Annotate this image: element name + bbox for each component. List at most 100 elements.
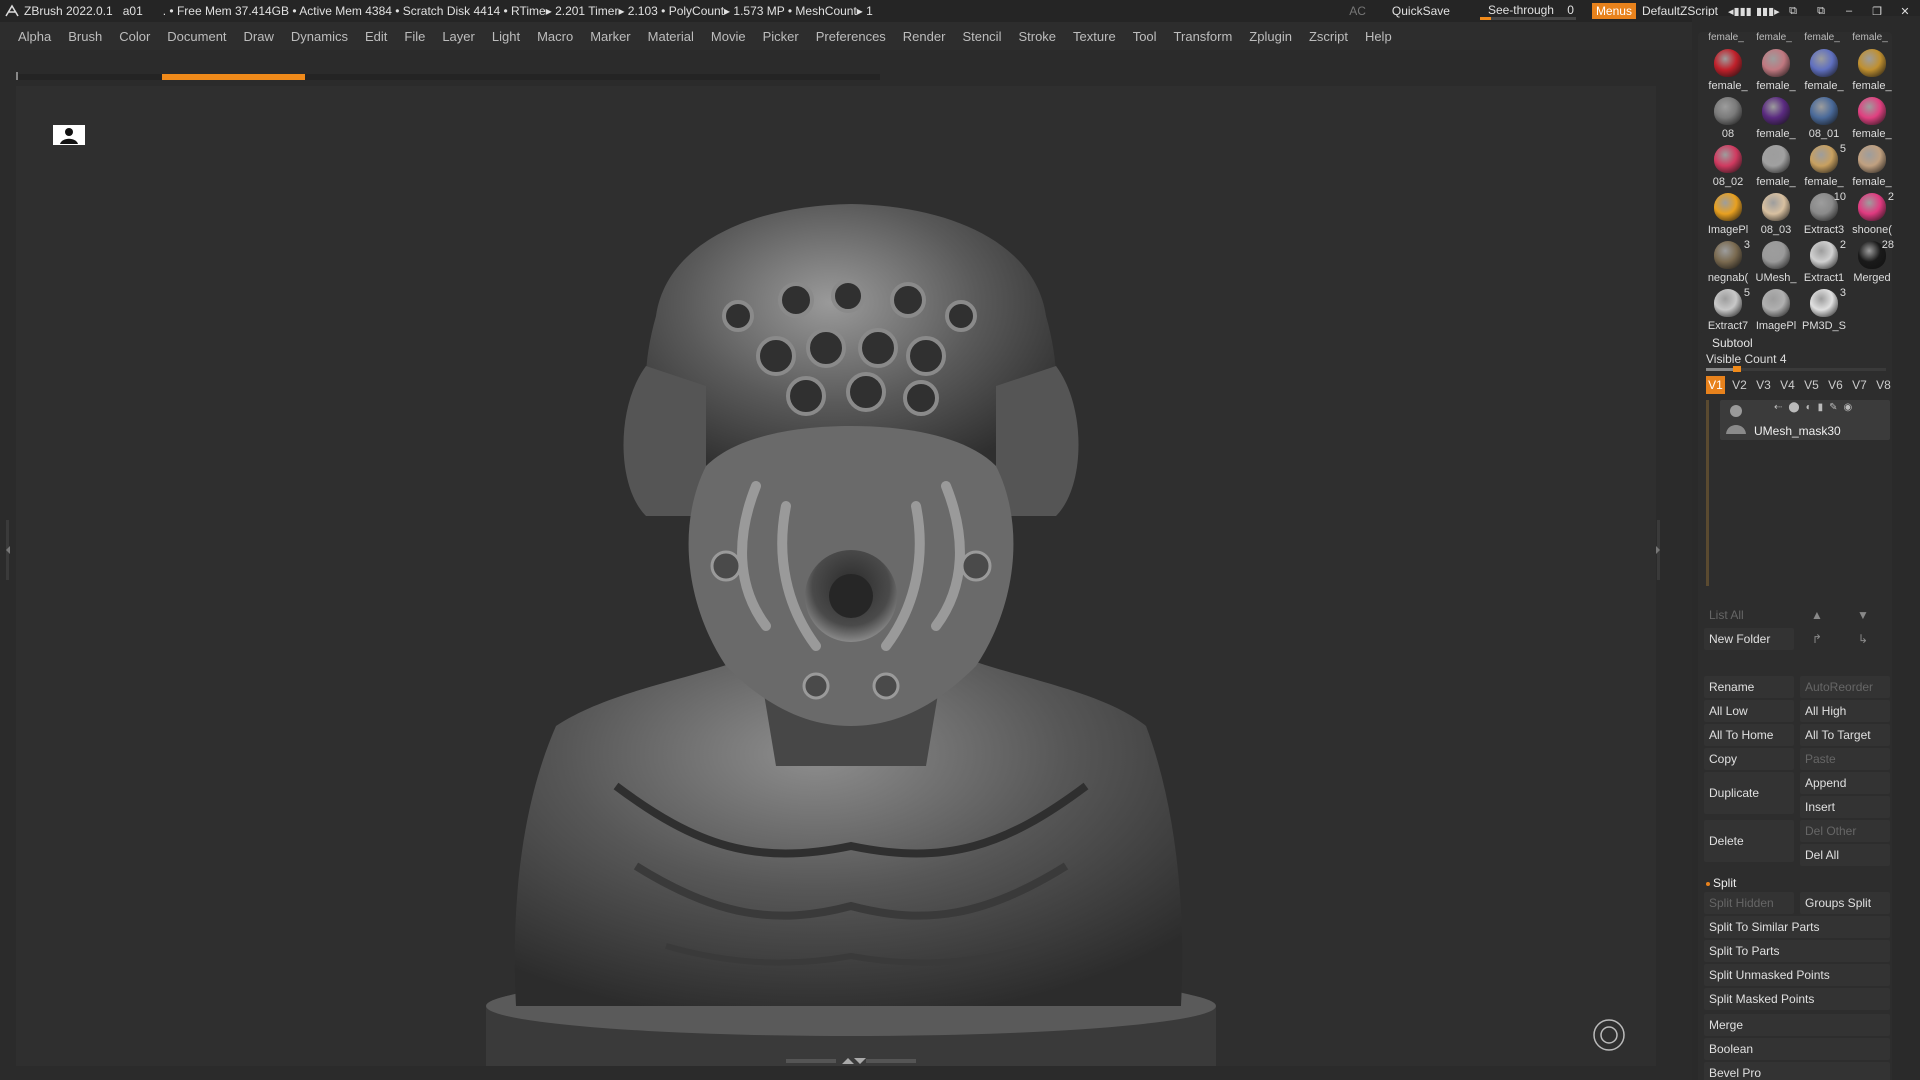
new-folder-button[interactable]: New Folder xyxy=(1704,628,1794,650)
subtool-list-scrollbar[interactable] xyxy=(1706,400,1709,586)
tool-thumb[interactable]: 2 shoone( xyxy=(1848,190,1896,238)
menu-document[interactable]: Document xyxy=(167,29,226,44)
all-low-button[interactable]: All Low xyxy=(1704,700,1794,722)
menu-macro[interactable]: Macro xyxy=(537,29,573,44)
subtool-item[interactable]: ⇠ ⬤ ◐ ▮ ✎ ◉ UMesh_mask30 xyxy=(1720,400,1890,440)
tool-thumb[interactable]: 3 negnab( xyxy=(1704,238,1752,286)
delete-button[interactable]: Delete xyxy=(1704,820,1794,862)
tab-v6[interactable]: V6 xyxy=(1826,376,1845,394)
ac-toggle[interactable]: AC xyxy=(1349,4,1366,18)
tool-thumb[interactable]: female_ xyxy=(1752,46,1800,94)
paste-button[interactable]: Paste xyxy=(1800,748,1890,770)
tool-thumb[interactable]: 3 PM3D_S xyxy=(1800,286,1848,334)
menu-tool[interactable]: Tool xyxy=(1133,29,1157,44)
move-down-icon[interactable]: ▼ xyxy=(1848,604,1878,626)
tool-thumb[interactable]: ImagePl xyxy=(1752,286,1800,334)
tab-v7[interactable]: V7 xyxy=(1850,376,1869,394)
quicksave-button[interactable]: QuickSave xyxy=(1392,4,1450,18)
merge-section-button[interactable]: Merge xyxy=(1704,1014,1890,1036)
all-high-button[interactable]: All High xyxy=(1800,700,1890,722)
menu-file[interactable]: File xyxy=(404,29,425,44)
tab-v4[interactable]: V4 xyxy=(1778,376,1797,394)
tool-thumb[interactable]: 2 Extract1 xyxy=(1800,238,1848,286)
folder-up-icon[interactable]: ↱ xyxy=(1802,628,1832,650)
tool-thumb[interactable]: female_ xyxy=(1848,142,1896,190)
menu-dynamics[interactable]: Dynamics xyxy=(291,29,348,44)
boolean-section-button[interactable]: Boolean xyxy=(1704,1038,1890,1060)
tab-v8[interactable]: V8 xyxy=(1874,376,1893,394)
tool-thumb[interactable]: ImagePl xyxy=(1704,190,1752,238)
del-all-button[interactable]: Del All xyxy=(1800,844,1890,866)
tool-thumb[interactable]: female_ xyxy=(1848,46,1896,94)
dynamic-icon[interactable]: ▮ xyxy=(1818,402,1824,413)
rotate-view-icon[interactable] xyxy=(1592,1018,1626,1052)
rename-button[interactable]: Rename xyxy=(1704,676,1794,698)
tool-thumb[interactable]: female_ xyxy=(1800,46,1848,94)
menu-texture[interactable]: Texture xyxy=(1073,29,1116,44)
bottom-shelf-handle-icon[interactable] xyxy=(786,1056,916,1066)
tool-thumb[interactable]: 5 female_ xyxy=(1800,142,1848,190)
split-to-similar-parts-button[interactable]: Split To Similar Parts xyxy=(1704,916,1890,938)
menu-stencil[interactable]: Stencil xyxy=(962,29,1001,44)
menu-movie[interactable]: Movie xyxy=(711,29,746,44)
left-tray-handle-icon[interactable] xyxy=(4,520,12,580)
tool-thumb[interactable]: 08_02 xyxy=(1704,142,1752,190)
menus-button[interactable]: Menus xyxy=(1591,3,1636,19)
menu-transform[interactable]: Transform xyxy=(1174,29,1233,44)
folder-down-icon[interactable]: ↳ xyxy=(1848,628,1878,650)
menu-material[interactable]: Material xyxy=(648,29,694,44)
menu-layer[interactable]: Layer xyxy=(442,29,475,44)
tool-thumb[interactable]: female_ xyxy=(1704,46,1752,94)
split-unmasked-points-button[interactable]: Split Unmasked Points xyxy=(1704,964,1890,986)
menu-render[interactable]: Render xyxy=(903,29,946,44)
split-section[interactable]: Split xyxy=(1706,876,1736,890)
menu-help[interactable]: Help xyxy=(1365,29,1392,44)
menu-color[interactable]: Color xyxy=(119,29,150,44)
perspective-toggle-icon[interactable] xyxy=(52,124,86,146)
append-button[interactable]: Append xyxy=(1800,772,1890,794)
all-to-target-button[interactable]: All To Target xyxy=(1800,724,1890,746)
tab-v5[interactable]: V5 xyxy=(1802,376,1821,394)
split-hidden-button[interactable]: Split Hidden xyxy=(1704,892,1794,914)
list-all-button[interactable]: List All xyxy=(1704,604,1794,626)
see-through-slider[interactable]: See-through 0 xyxy=(1479,2,1576,20)
tool-thumb[interactable]: 08_03 xyxy=(1752,190,1800,238)
color-icon[interactable]: ◐ xyxy=(1806,402,1812,413)
split-to-parts-button[interactable]: Split To Parts xyxy=(1704,940,1890,962)
menu-preferences[interactable]: Preferences xyxy=(816,29,886,44)
tool-thumb[interactable]: 28 Merged xyxy=(1848,238,1896,286)
move-up-icon[interactable]: ▲ xyxy=(1802,604,1832,626)
menu-zplugin[interactable]: Zplugin xyxy=(1249,29,1292,44)
auto-reorder-button[interactable]: AutoReorder xyxy=(1800,676,1890,698)
menu-light[interactable]: Light xyxy=(492,29,520,44)
all-to-home-button[interactable]: All To Home xyxy=(1704,724,1794,746)
copy-button[interactable]: Copy xyxy=(1704,748,1794,770)
tool-thumb[interactable]: 5 Extract7 xyxy=(1704,286,1752,334)
menu-zscript[interactable]: Zscript xyxy=(1309,29,1348,44)
canvas-viewport[interactable] xyxy=(16,86,1656,1066)
brush-icon[interactable]: ✎ xyxy=(1829,402,1837,413)
split-masked-points-button[interactable]: Split Masked Points xyxy=(1704,988,1890,1010)
folder-icon[interactable]: ⇠ xyxy=(1774,402,1782,413)
right-tray-handle-icon[interactable] xyxy=(1654,520,1662,580)
tool-thumb[interactable]: UMesh_ xyxy=(1752,238,1800,286)
bevel-pro-section-button[interactable]: Bevel Pro xyxy=(1704,1062,1890,1080)
duplicate-button[interactable]: Duplicate xyxy=(1704,772,1794,814)
menu-brush[interactable]: Brush xyxy=(68,29,102,44)
menu-picker[interactable]: Picker xyxy=(763,29,799,44)
polypaint-icon[interactable]: ⬤ xyxy=(1788,402,1799,413)
visible-count-knob[interactable] xyxy=(1733,366,1741,372)
eye-icon[interactable]: ◉ xyxy=(1844,402,1853,413)
tool-thumb[interactable]: female_ xyxy=(1752,142,1800,190)
tool-thumb[interactable]: 08_01 xyxy=(1800,94,1848,142)
tool-thumb[interactable]: female_ xyxy=(1752,94,1800,142)
subtool-title[interactable]: Subtool xyxy=(1712,336,1753,350)
tool-thumb[interactable]: female_ xyxy=(1848,94,1896,142)
tab-v1[interactable]: V1 xyxy=(1706,376,1725,394)
visible-count-slider[interactable] xyxy=(1706,366,1886,372)
groups-split-button[interactable]: Groups Split xyxy=(1800,892,1890,914)
menu-edit[interactable]: Edit xyxy=(365,29,387,44)
tab-v3[interactable]: V3 xyxy=(1754,376,1773,394)
menu-marker[interactable]: Marker xyxy=(590,29,630,44)
tool-thumb[interactable]: 08 xyxy=(1704,94,1752,142)
